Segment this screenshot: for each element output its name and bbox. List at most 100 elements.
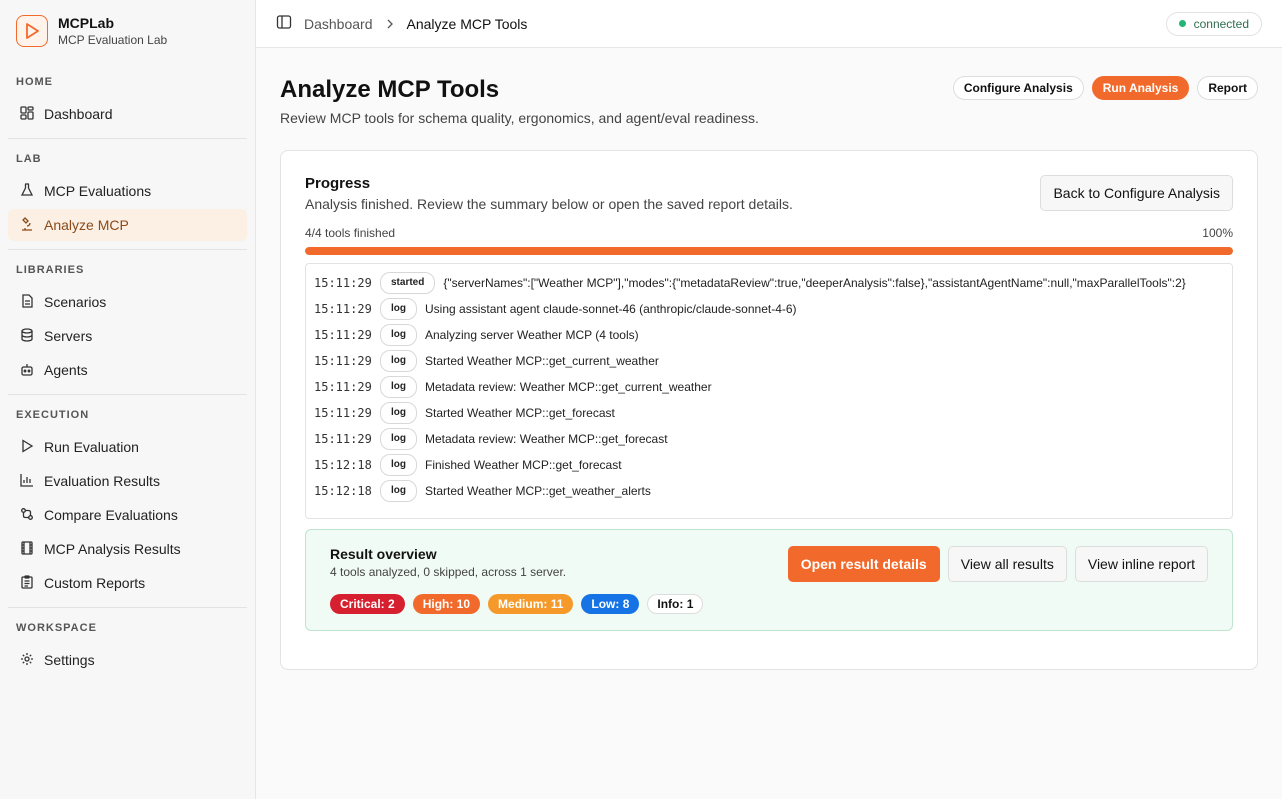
configure-analysis-tab[interactable]: Configure Analysis: [952, 76, 1084, 100]
severity-badge: Info: 1: [647, 594, 704, 614]
sidebar-item-dashboard[interactable]: Dashboard: [8, 98, 247, 130]
log-time: 15:12:18: [314, 484, 372, 498]
nav-section-label: EXECUTION: [16, 409, 90, 421]
sidebar-item-label: MCP Evaluations: [44, 183, 152, 199]
report-tab[interactable]: Report: [1197, 76, 1258, 100]
log-row: 15:11:29 log Metadata review: Weather MCP:…: [314, 376, 1224, 402]
brand[interactable]: MCPLab MCP Evaluation Lab: [0, 0, 255, 62]
sidebar-item-scenarios[interactable]: Scenarios: [8, 286, 247, 318]
log-message: Analyzing server Weather MCP (4 tools): [425, 328, 639, 342]
nav-section-workspace: WORKSPACE Settings: [8, 607, 247, 684]
log-row: 15:11:29 started {"serverNames":["Weather …: [314, 272, 1224, 298]
progress-card: Progress Analysis finished. Review the s…: [280, 150, 1258, 670]
breadcrumb-current: Analyze MCP Tools: [406, 15, 528, 32]
log-tag-badge: log: [380, 324, 417, 346]
sidebar-item-mcp-analysis-results[interactable]: MCP Analysis Results: [8, 533, 247, 565]
severity-badge: Medium: 11: [488, 594, 574, 614]
sidebar: MCPLab MCP Evaluation Lab HOME Dashboard…: [0, 0, 256, 799]
log-message: Started Weather MCP::get_weather_alerts: [425, 484, 651, 498]
bar-chart-icon: [20, 473, 34, 490]
logo-play-icon: [16, 15, 48, 47]
view-all-results-button[interactable]: View all results: [947, 546, 1067, 582]
tools-finished-label: 4/4 tools finished: [305, 226, 396, 240]
log-message: Metadata review: Weather MCP::get_curren…: [425, 380, 712, 394]
breadcrumb-dashboard[interactable]: Dashboard: [304, 16, 373, 32]
severity-badge: Low: 8: [581, 594, 640, 614]
sidebar-item-agents[interactable]: Agents: [8, 354, 247, 386]
log-time: 15:11:29: [314, 432, 372, 446]
sidebar-item-compare-evaluations[interactable]: Compare Evaluations: [8, 499, 247, 531]
nav-section-execution: EXECUTION Run Evaluation Evaluation Resu…: [8, 394, 247, 607]
nav-section-label: LIBRARIES: [16, 264, 85, 276]
log-tag-badge: log: [380, 376, 417, 398]
sidebar-item-label: Settings: [44, 652, 95, 668]
back-to-configure-button[interactable]: Back to Configure Analysis: [1040, 175, 1233, 211]
page-description: Review MCP tools for schema quality, erg…: [280, 110, 759, 126]
sidebar-item-label: Analyze MCP: [44, 217, 129, 233]
log-time: 15:12:18: [314, 458, 372, 472]
sidebar-item-settings[interactable]: Settings: [8, 644, 247, 676]
view-inline-report-button[interactable]: View inline report: [1074, 546, 1208, 582]
log-row: 15:12:18 log Started Weather MCP::get_weat…: [314, 480, 1224, 506]
connection-status-badge: connected: [1165, 11, 1262, 36]
log-row: 15:11:29 log Analyzing server Weather MCP …: [314, 324, 1224, 350]
sidebar-item-mcp-evaluations[interactable]: MCP Evaluations: [8, 175, 247, 207]
sidebar-item-run-evaluation[interactable]: Run Evaluation: [8, 431, 247, 463]
log-time: 15:11:29: [314, 302, 372, 316]
log-row: 15:12:18 log Finished Weather MCP::get_for…: [314, 454, 1224, 480]
log-row: 15:11:29 log Started Weather MCP::get_curr…: [314, 350, 1224, 376]
sidebar-item-label: Run Evaluation: [44, 439, 139, 455]
main-area: Dashboard Analyze MCP Tools connected An…: [256, 0, 1282, 799]
log-message: {"serverNames":["Weather MCP"],"modes":{…: [443, 276, 1186, 290]
sidebar-item-label: Compare Evaluations: [44, 507, 178, 523]
compare-icon: [20, 507, 34, 524]
sidebar-item-label: Custom Reports: [44, 575, 146, 591]
log-message: Started Weather MCP::get_current_weather: [425, 354, 659, 368]
log-row: 15:11:29 log Started Weather MCP::get_fore…: [314, 402, 1224, 428]
chevron-right-icon: [385, 16, 395, 32]
log-row: 15:11:29 log Metadata review: Weather MCP:…: [314, 428, 1224, 454]
log-tag-badge: log: [380, 298, 417, 320]
result-title: Result overview: [330, 546, 437, 562]
sidebar-toggle-icon[interactable]: [276, 14, 292, 33]
log-message: Metadata review: Weather MCP::get_foreca…: [425, 432, 668, 446]
log-tag-badge: log: [380, 480, 417, 502]
log-time: 15:11:29: [314, 276, 372, 290]
log-tag-badge: log: [380, 402, 417, 424]
sidebar-item-label: Servers: [44, 328, 93, 344]
page-title: Analyze MCP Tools: [280, 76, 500, 103]
status-dot-icon: [1178, 20, 1186, 27]
log-tag-badge: started: [380, 272, 436, 294]
log-time: 15:11:29: [314, 406, 372, 420]
clipboard-icon: [20, 574, 34, 592]
result-description: 4 tools analyzed, 0 skipped, across 1 se…: [330, 565, 567, 579]
nav-section-label: LAB: [16, 153, 42, 165]
flask-icon: [20, 182, 34, 200]
bot-icon: [20, 362, 34, 379]
run-analysis-tab[interactable]: Run Analysis: [1091, 76, 1190, 100]
nav-section-lab: LAB MCP Evaluations Analyze MCP: [8, 138, 247, 249]
log-time: 15:11:29: [314, 380, 372, 394]
result-overview-panel: Result overview 4 tools analyzed, 0 skip…: [305, 529, 1233, 631]
progress-percent-label: 100%: [1202, 226, 1233, 240]
log-message: Using assistant agent claude-sonnet-46 (…: [425, 302, 797, 316]
database-icon: [20, 327, 34, 345]
status-text: connected: [1193, 16, 1249, 31]
sidebar-item-custom-reports[interactable]: Custom Reports: [8, 567, 247, 599]
sidebar-item-servers[interactable]: Servers: [8, 320, 247, 352]
severity-badge: High: 10: [412, 594, 481, 614]
event-log[interactable]: 15:11:29 started {"serverNames":["Weather …: [305, 263, 1233, 519]
nav-section-label: WORKSPACE: [16, 622, 97, 634]
sidebar-item-evaluation-results[interactable]: Evaluation Results: [8, 465, 247, 497]
sidebar-item-analyze-mcp[interactable]: Analyze MCP: [8, 209, 247, 241]
nav-section-label: HOME: [16, 76, 53, 88]
page-content: Analyze MCP Tools Review MCP tools for s…: [256, 48, 1282, 670]
log-time: 15:11:29: [314, 354, 372, 368]
nav-section-libraries: LIBRARIES Scenarios Servers Agents: [8, 249, 247, 394]
microscope-icon: [20, 216, 34, 234]
progress-bar-fill: [305, 247, 1233, 255]
log-tag-badge: log: [380, 454, 417, 476]
open-result-details-button[interactable]: Open result details: [787, 546, 940, 582]
file-icon: [20, 293, 34, 311]
sidebar-item-label: Scenarios: [44, 294, 107, 310]
